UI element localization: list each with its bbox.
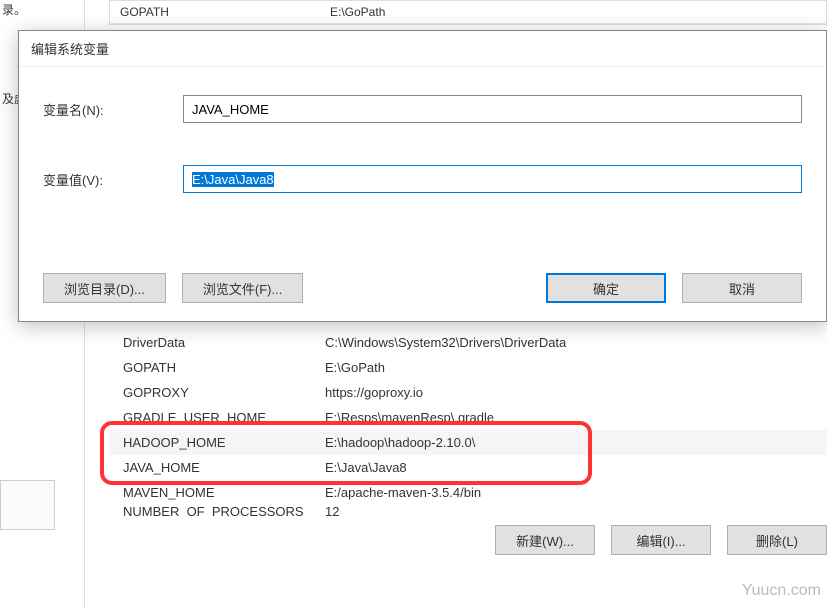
env-value: https://goproxy.io <box>319 385 827 400</box>
env-value: E:\Resps\mavenResp\.gradle <box>319 410 827 425</box>
value-label: 变量值(V): <box>43 170 183 189</box>
table-row[interactable]: HADOOP_HOME E:\hadoop\hadoop-2.10.0\ <box>109 430 827 455</box>
env-value: E:\hadoop\hadoop-2.10.0\ <box>319 435 827 450</box>
variable-name-input[interactable] <box>183 95 802 123</box>
top-env-table: GOPATH E:\GoPath <box>109 0 827 25</box>
env-value: E:\Java\Java8 <box>319 460 827 475</box>
sidebar-text-1: 录。 <box>2 1 26 18</box>
spacer <box>319 273 530 303</box>
env-name: GOPATH <box>110 1 320 23</box>
variable-value-input[interactable]: E:\Java\Java8 <box>183 165 802 193</box>
dialog-body: 变量名(N): 变量值(V): E:\Java\Java8 <box>19 67 826 259</box>
table-row[interactable]: GRADLE_USER_HOME E:\Resps\mavenResp\.gra… <box>109 405 827 430</box>
env-value: E:/apache-maven-3.5.4/bin <box>319 485 827 500</box>
table-row[interactable]: GOPROXY https://goproxy.io <box>109 380 827 405</box>
edit-button[interactable]: 编辑(I)... <box>611 525 711 555</box>
env-name: JAVA_HOME <box>109 460 319 475</box>
table-row[interactable]: GOPATH E:\GoPath <box>109 355 827 380</box>
env-value: E:\GoPath <box>319 360 827 375</box>
browse-file-button[interactable]: 浏览文件(F)... <box>182 273 303 303</box>
delete-button[interactable]: 删除(L) <box>727 525 827 555</box>
env-name: GOPATH <box>109 360 319 375</box>
cancel-button[interactable]: 取消 <box>682 273 802 303</box>
env-name: NUMBER_OF_PROCESSORS <box>109 505 319 517</box>
table-row[interactable]: JAVA_HOME E:\Java\Java8 <box>109 455 827 480</box>
name-row: 变量名(N): <box>43 95 802 123</box>
env-action-buttons: 新建(W)... 编辑(I)... 删除(L) <box>495 525 827 555</box>
name-label: 变量名(N): <box>43 100 183 119</box>
env-name: MAVEN_HOME <box>109 485 319 500</box>
table-row[interactable]: NUMBER_OF_PROCESSORS 12 <box>109 505 827 517</box>
table-row[interactable]: DriverData C:\Windows\System32\Drivers\D… <box>109 330 827 355</box>
env-value: C:\Windows\System32\Drivers\DriverData <box>319 335 827 350</box>
browse-directory-button[interactable]: 浏览目录(D)... <box>43 273 166 303</box>
left-fragment <box>0 480 55 530</box>
dialog-buttons: 浏览目录(D)... 浏览文件(F)... 确定 取消 <box>19 273 826 303</box>
env-name: GRADLE_USER_HOME <box>109 410 319 425</box>
dialog-title: 编辑系统变量 <box>19 31 826 67</box>
watermark-text: Yuucn.com <box>742 582 821 600</box>
table-row[interactable]: MAVEN_HOME E:/apache-maven-3.5.4/bin <box>109 480 827 505</box>
table-row[interactable]: GOPATH E:\GoPath <box>110 1 826 24</box>
env-variables-table: DriverData C:\Windows\System32\Drivers\D… <box>109 330 827 517</box>
env-value: 12 <box>319 505 827 517</box>
edit-variable-dialog: 编辑系统变量 变量名(N): 变量值(V): E:\Java\Java8 浏览目… <box>18 30 827 322</box>
value-row: 变量值(V): E:\Java\Java8 <box>43 165 802 193</box>
env-name: GOPROXY <box>109 385 319 400</box>
ok-button[interactable]: 确定 <box>546 273 666 303</box>
new-button[interactable]: 新建(W)... <box>495 525 595 555</box>
env-name: DriverData <box>109 335 319 350</box>
env-value: E:\GoPath <box>320 1 826 23</box>
env-name: HADOOP_HOME <box>109 435 319 450</box>
